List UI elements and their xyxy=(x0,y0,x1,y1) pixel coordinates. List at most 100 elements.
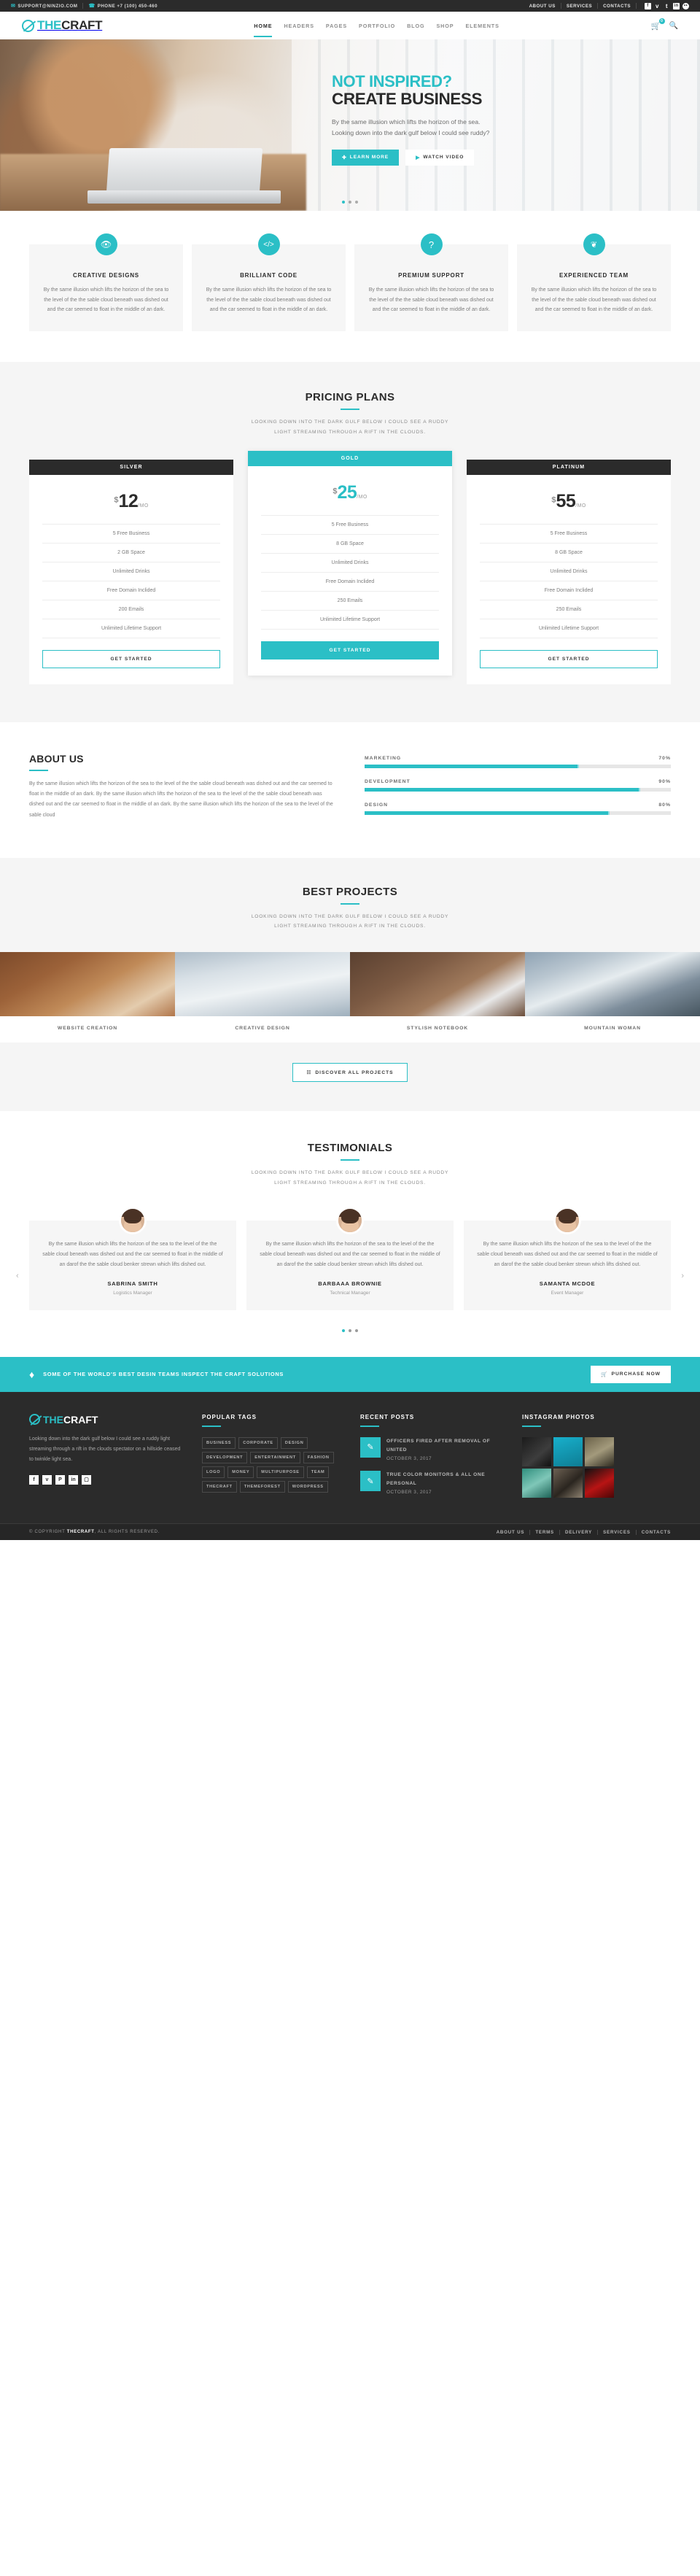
hero-subtitle-line2: Looking down into the dark gulf below I … xyxy=(332,128,490,136)
footer-nav-about-us[interactable]: ABOUT US xyxy=(497,1530,525,1535)
instagram-photo[interactable] xyxy=(522,1468,551,1498)
learn-more-button[interactable]: ✚ LEARN MORE xyxy=(332,149,400,166)
tag-item[interactable]: FASHION xyxy=(303,1451,334,1463)
divider xyxy=(636,3,637,9)
pencil-icon: ✎ xyxy=(360,1471,381,1492)
nav-item-shop[interactable]: SHOP xyxy=(436,15,454,37)
instagram-photo[interactable] xyxy=(553,1468,583,1498)
hero-dot-3[interactable] xyxy=(355,201,358,204)
topbar-email[interactable]: ✉ SUPPORT@NINZIO.COM xyxy=(11,4,77,9)
divider xyxy=(529,1529,531,1535)
recent-post-item[interactable]: ✎ OFFICERS FIRED AFTER REMOVAL OF UNITED… xyxy=(360,1436,506,1461)
hero-subtitle-line1: By the same illusion which lifts the hor… xyxy=(332,117,481,125)
topbar-link-about-us[interactable]: ABOUT US xyxy=(529,4,556,9)
nav-item-portfolio[interactable]: PORTFOLIO xyxy=(359,15,395,37)
tag-item[interactable]: CORPORATE xyxy=(238,1436,278,1449)
testimonial-dots[interactable] xyxy=(0,1328,700,1332)
watch-video-button[interactable]: ▶ WATCH VIDEO xyxy=(405,149,475,166)
flickr-icon[interactable]: •• xyxy=(682,2,689,9)
instagram-photo[interactable] xyxy=(585,1436,614,1466)
facebook-icon[interactable]: f xyxy=(645,2,651,9)
footer-nav-terms[interactable]: TERMS xyxy=(535,1530,554,1535)
title-underline xyxy=(341,902,359,905)
twitter-icon[interactable]: ᴠ xyxy=(42,1474,52,1485)
get-started-button[interactable]: GET STARTED xyxy=(261,641,439,660)
hero-dot-2[interactable] xyxy=(349,201,351,204)
footer-nav-contacts[interactable]: CONTACTS xyxy=(642,1530,671,1535)
linkedin-icon[interactable]: in xyxy=(69,1474,78,1485)
testimonial-dot-2[interactable] xyxy=(349,1328,351,1332)
feature-card[interactable]: 👁 CREATIVE DESIGNS By the same illusion … xyxy=(29,233,183,331)
tag-item[interactable]: DEVELOPMENT xyxy=(202,1451,248,1463)
tag-item[interactable]: LOGO xyxy=(202,1466,225,1478)
instagram-photo[interactable] xyxy=(522,1436,551,1466)
skill-development: DEVELOPMENT 90% xyxy=(365,779,671,792)
hero-slider-dots[interactable] xyxy=(342,201,358,204)
nav-item-home[interactable]: HOME xyxy=(254,15,273,37)
topbar-link-contacts[interactable]: CONTACTS xyxy=(603,4,631,9)
search-button[interactable]: 🔍 xyxy=(669,22,678,30)
cart-button[interactable]: 🛒 0 xyxy=(651,18,665,31)
project-card[interactable]: MOUNTAIN WOMAN xyxy=(525,952,700,1043)
about-text: By the same illusion which lifts the hor… xyxy=(29,781,333,818)
plan-feature: Unlimited Lifetime Support xyxy=(480,618,658,638)
topbar-email-text: SUPPORT@NINZIO.COM xyxy=(18,3,78,9)
skill-value: 80% xyxy=(658,802,671,808)
footer-logo[interactable]: THECRAFT xyxy=(29,1414,186,1426)
projects-section: BEST PROJECTS LOOKING DOWN INTO THE DARK… xyxy=(0,857,700,1112)
tag-item[interactable]: THECRAFT xyxy=(202,1480,237,1493)
tag-item[interactable]: THEMEFOREST xyxy=(239,1480,285,1493)
project-card[interactable]: WEBSITE CREATION xyxy=(0,952,175,1043)
plan-feature: 250 Emails xyxy=(480,599,658,619)
testimonial-prev-arrow-icon[interactable]: ‹ xyxy=(16,1272,19,1280)
plan-feature: 5 Free Business xyxy=(42,523,220,543)
tag-item[interactable]: ENTERTAINMENT xyxy=(250,1451,300,1463)
topbar-link-services[interactable]: SERVICES xyxy=(567,4,592,9)
facebook-icon[interactable]: f xyxy=(29,1474,39,1485)
nav-item-blog[interactable]: BLOG xyxy=(407,15,424,37)
tag-item[interactable]: MULTIPURPOSE xyxy=(257,1466,304,1478)
hero-slider: NOT INSPIRED? CREATE BUSINESS By the sam… xyxy=(0,39,700,211)
site-logo[interactable]: THECRAFT xyxy=(22,18,103,33)
feature-card[interactable]: ❦ EXPERIENCED TEAM By the same illusion … xyxy=(517,233,671,331)
about-section: ABOUT US By the same illusion which lift… xyxy=(0,722,700,858)
project-thumbnail xyxy=(0,952,175,1017)
discover-all-projects-button[interactable]: ☷ DISCOVER ALL PROJECTS xyxy=(292,1063,408,1083)
purchase-now-button[interactable]: 🛒 PURCHASE NOW xyxy=(591,1365,671,1383)
plan-feature-list: 5 Free Business 8 GB Space Unlimited Dri… xyxy=(467,523,671,638)
diamond-icon: ♦ xyxy=(29,1368,35,1380)
feature-card[interactable]: </> BRILLIANT CODE By the same illusion … xyxy=(192,233,346,331)
tag-item[interactable]: WORDPRESS xyxy=(287,1480,328,1493)
tag-item[interactable]: TEAM xyxy=(306,1466,330,1478)
linkedin-icon[interactable]: in xyxy=(673,2,680,9)
get-started-button[interactable]: GET STARTED xyxy=(42,649,220,668)
tag-item[interactable]: BUSINESS xyxy=(202,1436,236,1449)
testimonial-next-arrow-icon[interactable]: › xyxy=(681,1272,684,1280)
footer-nav-delivery[interactable]: DELIVERY xyxy=(565,1530,592,1535)
tag-item[interactable]: MONEY xyxy=(228,1466,254,1478)
footer-nav-services[interactable]: SERVICES xyxy=(603,1530,631,1535)
hero-dot-1[interactable] xyxy=(342,201,345,204)
testimonial-dot-3[interactable] xyxy=(355,1328,358,1332)
nav-item-elements[interactable]: ELEMENTS xyxy=(465,15,499,37)
testimonial-text: By the same illusion which lifts the hor… xyxy=(260,1241,440,1267)
topbar-phone[interactable]: ☎ PHONE +7 (100) 450-460 xyxy=(88,4,158,9)
instagram-photo[interactable] xyxy=(585,1468,614,1498)
instagram-icon[interactable]: ▢ xyxy=(82,1474,91,1485)
tag-item[interactable]: DESIGN xyxy=(280,1436,308,1449)
tumblr-icon[interactable]: t xyxy=(664,3,670,9)
plan-feature: Free Domain Inclided xyxy=(42,580,220,600)
project-card[interactable]: CREATIVE DESIGN xyxy=(175,952,350,1043)
pricing-section: PRICING PLANS LOOKING DOWN INTO THE DARK… xyxy=(0,361,700,722)
get-started-button[interactable]: GET STARTED xyxy=(480,649,658,668)
pinterest-icon[interactable]: P xyxy=(55,1474,65,1485)
nav-item-pages[interactable]: PAGES xyxy=(326,15,347,37)
nav-item-headers[interactable]: HEADERS xyxy=(284,15,314,37)
twitter-icon[interactable]: ᴠ xyxy=(654,3,661,9)
testimonial-dot-1[interactable] xyxy=(342,1328,345,1332)
recent-post-item[interactable]: ✎ TRUE COLOR MONITORS & ALL ONE PERSONAL… xyxy=(360,1471,506,1495)
footer-tags-title: POPULAR TAGS xyxy=(202,1413,257,1420)
instagram-photo[interactable] xyxy=(553,1436,583,1466)
project-card[interactable]: STYLISH NOTEBOOK xyxy=(350,952,525,1043)
feature-card[interactable]: ? PREMIUM SUPPORT By the same illusion w… xyxy=(354,233,508,331)
